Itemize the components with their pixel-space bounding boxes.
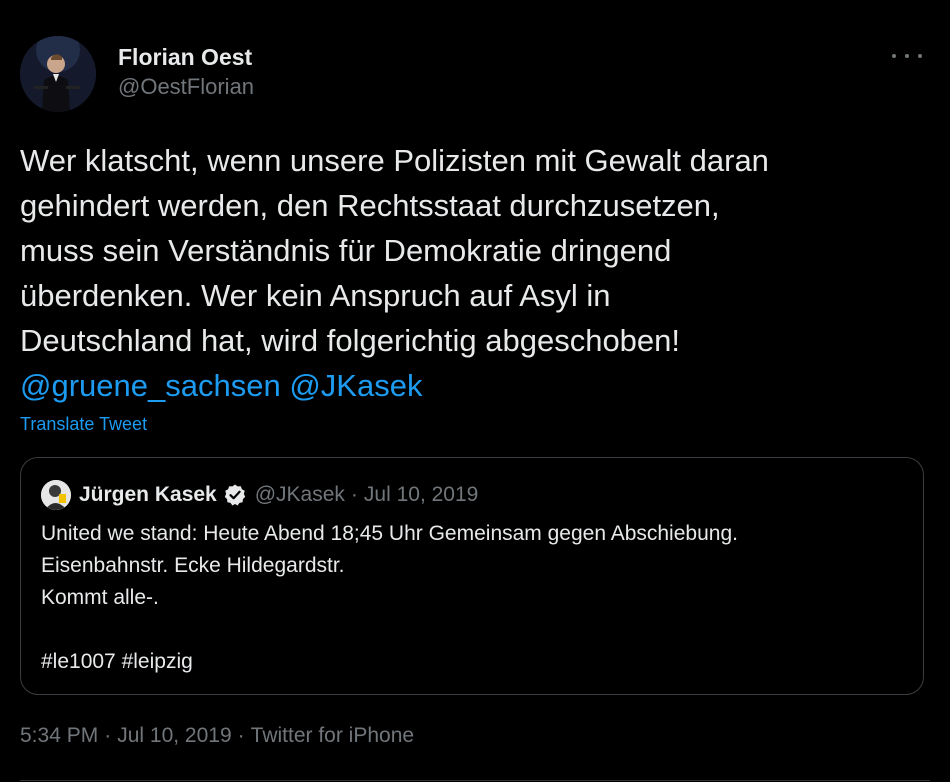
quoted-author-display-name: Jürgen Kasek <box>79 483 217 506</box>
quoted-author-avatar <box>41 480 71 510</box>
translate-tweet-link[interactable]: Translate Tweet <box>20 414 147 435</box>
quoted-tweet-header: Jürgen Kasek @JKasek · Jul 10, 2019 <box>41 480 478 510</box>
quoted-text-line: Eisenbahnstr. Ecke Hildegardstr. <box>41 554 345 577</box>
tweet-text-line: gehindert werden, den Rechtsstaat durchz… <box>20 188 720 223</box>
author-avatar[interactable] <box>20 36 96 112</box>
dot <box>905 54 909 58</box>
tweet-text-line: Wer klatscht, wenn unsere Polizisten mit… <box>20 143 769 178</box>
quoted-tweet-text: United we stand: Heute Abend 18;45 Uhr G… <box>41 518 738 678</box>
tweet-time-link[interactable]: 5:34 PM <box>20 724 98 747</box>
verified-badge-icon <box>223 483 247 507</box>
mentions-line: @gruene_sachsen @JKasek <box>20 363 925 408</box>
quoted-text-line <box>41 614 738 646</box>
tweet-text-line: überdenken. Wer kein Anspruch auf Asyl i… <box>20 278 611 313</box>
mention-link[interactable]: @gruene_sachsen <box>20 368 281 403</box>
tweet-source-link[interactable]: Twitter for iPhone <box>251 724 414 747</box>
tweet-text: Wer klatscht, wenn unsere Polizisten mit… <box>20 138 925 408</box>
author-handle[interactable]: @OestFlorian <box>118 73 254 101</box>
more-horizontal-icon[interactable] <box>892 46 922 66</box>
dot <box>918 54 922 58</box>
tweet-text-line: Deutschland hat, wird folgerichtig abges… <box>20 323 681 358</box>
quoted-author-handle: @JKasek <box>254 483 345 506</box>
tweet-text-line: muss sein Verständnis für Demokratie dri… <box>20 233 672 268</box>
quoted-tweet-card[interactable]: Jürgen Kasek @JKasek · Jul 10, 2019 Unit… <box>20 457 924 695</box>
dot <box>892 54 896 58</box>
quoted-text-line: United we stand: Heute Abend 18;45 Uhr G… <box>41 522 738 545</box>
tweet-timestamp: 5:34 PM · Jul 10, 2019 · Twitter for iPhone <box>20 724 414 748</box>
quoted-tweet-date: Jul 10, 2019 <box>363 483 479 506</box>
divider <box>20 780 930 781</box>
separator-dot: · <box>237 724 245 747</box>
tweet: Florian Oest @OestFlorian Wer klatscht, … <box>0 0 950 782</box>
quoted-hashtags-line: #le1007 #leipzig <box>41 650 193 673</box>
separator-dot: · <box>104 724 112 747</box>
author-display-name[interactable]: Florian Oest <box>118 42 254 72</box>
tweet-header: Florian Oest @OestFlorian <box>20 36 930 116</box>
quoted-text-line: Kommt alle-. <box>41 586 159 609</box>
tweet-date-link[interactable]: Jul 10, 2019 <box>117 724 231 747</box>
separator-dot: · <box>350 483 358 506</box>
mention-link[interactable]: @JKasek <box>289 368 422 403</box>
author-info: Florian Oest @OestFlorian <box>118 42 254 101</box>
